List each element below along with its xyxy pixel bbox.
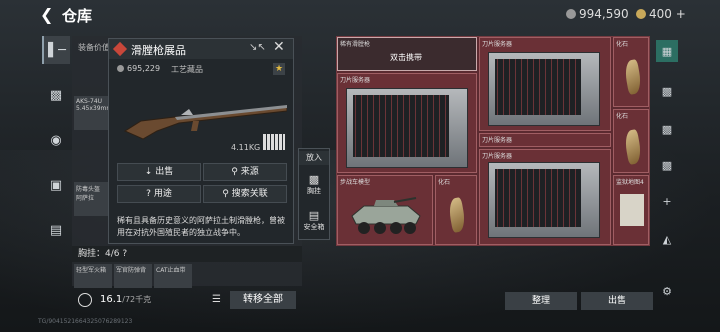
backpack-category-icon[interactable]: ▣ [42, 171, 70, 199]
item-name: 滑膛枪展品 [131, 44, 186, 57]
chest-item[interactable]: 轻型军火箱 [74, 264, 112, 288]
storage-tab-icon[interactable]: ▩ [656, 154, 678, 176]
storage-item-blade-server[interactable]: 刀片服务器 [337, 73, 477, 173]
helmet-name: 防毒头盔 [76, 186, 101, 193]
left-category-rail: ▌─ ▩ ◉ ▣ ▤ [42, 36, 72, 258]
helmet-sub: 阿萨拉 [76, 195, 95, 202]
backpack-icon [78, 293, 92, 307]
storage-item-fossil[interactable]: 化石 [435, 175, 477, 245]
armor-category-icon[interactable]: ▩ [42, 81, 70, 109]
storage-item-musket[interactable]: 稀有滑膛枪 双击携带 [337, 37, 477, 71]
collapse-icon[interactable]: ↘↖ [249, 42, 266, 53]
add-tab-icon[interactable]: + [656, 190, 678, 212]
weapon-slot[interactable]: AKS-74U 5.45x39mm [74, 96, 113, 130]
lock-icon[interactable]: ◭ [656, 228, 678, 250]
gun-category-icon[interactable]: ▌─ [42, 36, 70, 64]
sell-icon: ⇣ [144, 167, 156, 177]
chest-item[interactable]: 军官防弹背 [114, 264, 152, 288]
silver-coin-icon [117, 65, 124, 72]
transfer-all-button[interactable]: 转移全部 [230, 291, 296, 309]
chest-rig-count: 胸挂：4/6 [78, 249, 120, 259]
storage-tab-icon[interactable]: ▩ [656, 80, 678, 102]
weight-readout: 16.1/72千克 [100, 294, 152, 305]
fossil-claw-image [623, 129, 643, 165]
put-into-chest-rig[interactable]: ▩ 胸挂 [299, 173, 329, 196]
chest-rig-icon: ▩ [308, 173, 320, 186]
put-into-header: 放入 [299, 151, 329, 165]
warehouse-tab-icon[interactable]: ▦ [656, 40, 678, 62]
page-title: 仓库 [62, 7, 93, 25]
blade-server-image [346, 88, 468, 168]
weapon-caliber: 5.45x39mm [76, 105, 113, 112]
put-into-safe-box[interactable]: ▤ 安全箱 [299, 209, 329, 232]
question-icon: ? [146, 189, 154, 199]
gold-coin-icon [636, 9, 646, 19]
put-into-menu: 放入 ▩ 胸挂 ▤ 安全箱 [298, 148, 330, 240]
chest-rig-header: 胸挂：4/6 ? [72, 246, 302, 262]
fossil-claw-image [623, 59, 643, 95]
right-rail: ▦ ▩ ▩ ▩ + ◭ ⚙ [654, 36, 680, 312]
back-arrow-icon[interactable]: ❮ [40, 5, 53, 24]
close-icon[interactable]: ✕ [273, 39, 285, 55]
fossil-claw-image [447, 197, 467, 233]
source-button[interactable]: ⚲ 来源 [203, 163, 287, 181]
storage-item-blade-server[interactable]: 刀片服务器 [479, 37, 611, 131]
currency-silver: 994,590 [566, 7, 629, 21]
equipment-value-label: 装备价值 [78, 43, 110, 52]
storage-item-blade-server[interactable]: 刀片服务器 [479, 149, 611, 245]
item-description: 稀有且具备历史意义的阿萨拉土制滑膛枪，曾被用在对抗外国殖民者的独立战争中。 [117, 216, 285, 237]
sort-button[interactable]: 整理 [505, 292, 577, 310]
map-image [620, 194, 644, 226]
storage-tab-icon[interactable]: ▩ [656, 118, 678, 140]
storage-item-ifv-model[interactable]: 步战车模型 [337, 175, 433, 245]
search-related-button[interactable]: ⚲ 搜索关联 [203, 185, 287, 203]
settings-gear-icon[interactable]: ⚙ [656, 280, 678, 302]
status-text: TG/9041521664325076289123 [38, 318, 133, 325]
helmet-category-icon[interactable]: ◉ [42, 126, 70, 154]
ifv-model-image [351, 197, 421, 234]
help-icon[interactable]: ? [122, 249, 127, 259]
item-detail-popup: 滑膛枪展品 ↘↖ ✕ 695,229 工艺藏品 ★ 4.11KG ⇣ 出售 ⚲ … [108, 38, 294, 244]
item-category: 工艺藏品 [171, 65, 203, 74]
chest-item[interactable]: CAT止血带 [154, 264, 192, 288]
storage-grid: 稀有滑膛枪 双击携带 刀片服务器 化石 刀片服务器 刀片服务器 化石 步战车模型… [336, 36, 650, 246]
storage-item-fossil[interactable]: 化石 [613, 109, 649, 173]
safe-box-icon: ▤ [308, 209, 320, 222]
storage-item-prison-map[interactable]: 监狱地图4 [613, 175, 649, 245]
helmet-slot[interactable]: 防毒头盔 阿萨拉 [74, 182, 110, 216]
search-icon: ⚲ [231, 167, 241, 177]
double-click-hint: 双击携带 [390, 53, 422, 62]
usage-button[interactable]: ? 用途 [117, 185, 201, 203]
popup-header: 滑膛枪展品 ↘↖ ✕ [109, 39, 293, 59]
weapon-name: AKS-74U [76, 98, 103, 105]
list-icon[interactable]: ☰ [212, 294, 224, 306]
top-bar: ❮ 仓库 994,590 400 + [0, 0, 720, 30]
storage-item-fossil[interactable]: 化石 [613, 37, 649, 107]
rarity-diamond-icon [112, 41, 128, 57]
storage-item-blade-server-label: 刀片服务器 [479, 133, 611, 147]
favorite-star-icon[interactable]: ★ [273, 63, 285, 75]
search-icon: ⚲ [222, 189, 232, 199]
blade-server-image [488, 52, 600, 126]
item-weight: 4.11KG [231, 143, 261, 152]
case-category-icon[interactable]: ▤ [42, 216, 70, 244]
item-price: 695,229 [117, 64, 160, 73]
chest-rig-items: 轻型军火箱 军官防弹背 CAT止血带 [72, 264, 302, 288]
sell-all-button[interactable]: 出售 [581, 292, 653, 310]
silver-coin-icon [566, 9, 576, 19]
blade-server-image [488, 162, 600, 238]
currency-gold[interactable]: 400 + [636, 7, 686, 21]
bottom-bar: 16.1/72千克 ☰ 转移全部 [72, 290, 304, 312]
size-grid-icon [263, 134, 285, 150]
musket-image [123, 105, 287, 140]
sell-button[interactable]: ⇣ 出售 [117, 163, 201, 181]
